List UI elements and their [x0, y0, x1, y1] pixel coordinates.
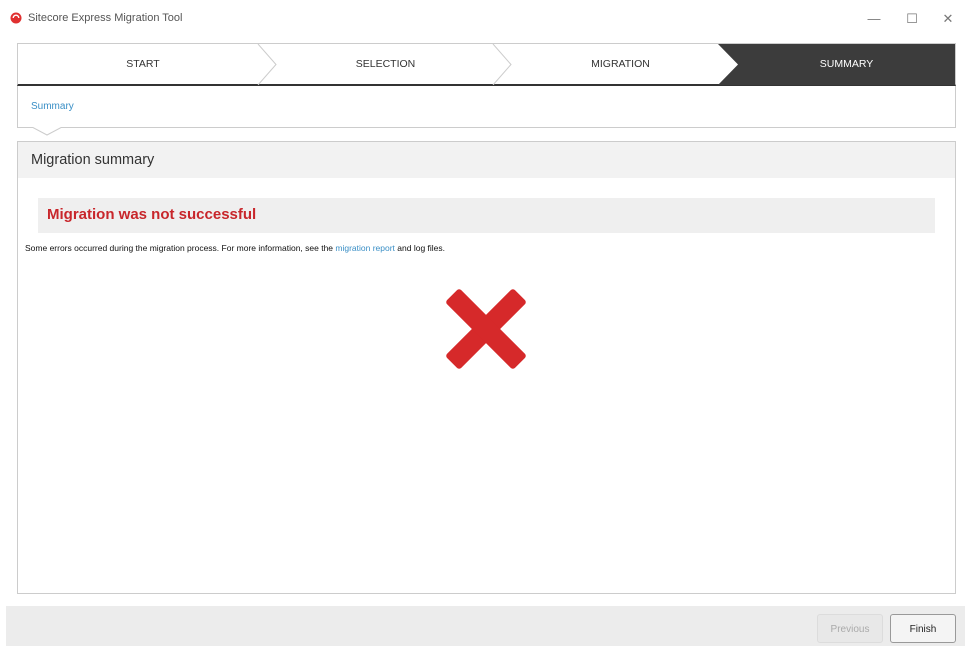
sitecore-logo-icon: [10, 12, 22, 24]
breadcrumb: Summary: [17, 86, 956, 128]
step-start: START: [126, 58, 160, 70]
minimize-button[interactable]: —: [860, 8, 888, 30]
error-x-icon: [446, 289, 526, 369]
error-title: Migration was not successful: [47, 206, 257, 223]
wizard-steps: START SELECTION MIGRATION SUMMARY: [17, 43, 956, 86]
breadcrumb-pointer: [32, 127, 62, 136]
previous-button[interactable]: Previous: [817, 614, 883, 643]
error-text-after: and log files.: [394, 243, 446, 253]
step-summary: SUMMARY: [819, 58, 874, 70]
breadcrumb-summary-link[interactable]: Summary: [31, 101, 74, 112]
error-banner: Migration was not successful: [38, 198, 935, 233]
close-button[interactable]: ✕: [934, 8, 962, 30]
panel-title: Migration summary: [31, 152, 155, 168]
finish-button[interactable]: Finish: [890, 614, 956, 643]
title-bar: Sitecore Express Migration Tool — ☐ ✕: [0, 0, 965, 38]
maximize-button[interactable]: ☐: [898, 8, 926, 30]
panel-header: Migration summary: [18, 142, 955, 178]
step-selection: SELECTION: [355, 58, 416, 70]
error-text-before: Some errors occurred during the migratio…: [25, 243, 336, 253]
window-title: Sitecore Express Migration Tool: [28, 12, 183, 24]
migration-report-link[interactable]: migration report: [335, 243, 395, 253]
summary-panel: Migration summary Migration was not succ…: [17, 141, 956, 594]
step-migration: MIGRATION: [591, 58, 650, 70]
footer-bar: Previous Finish: [6, 606, 965, 646]
error-message: Some errors occurred during the migratio…: [25, 243, 445, 253]
